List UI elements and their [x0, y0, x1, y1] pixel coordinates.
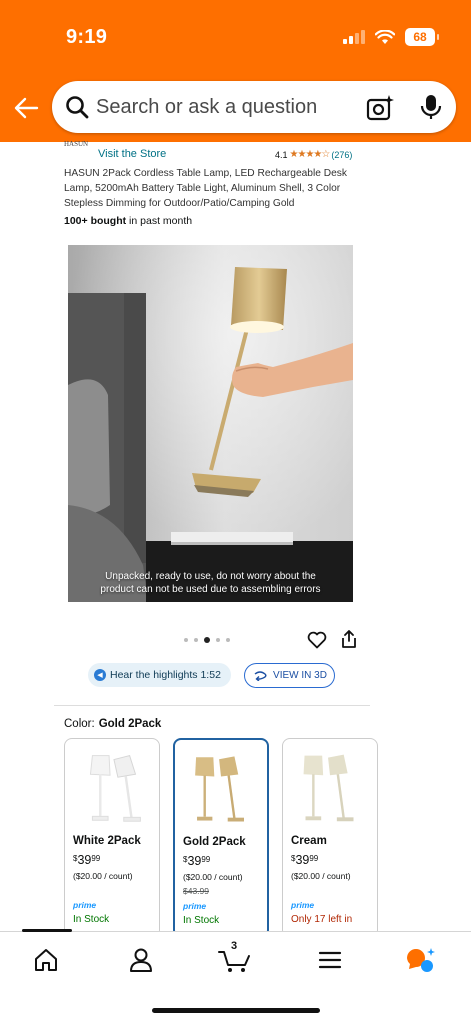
swatch-price-dollars: 39 [295, 853, 310, 867]
prime-badge: prime [183, 901, 207, 911]
search-icon [66, 96, 89, 119]
battery-indicator: 68 [405, 28, 439, 46]
bought-count-strong: 100+ bought [64, 215, 127, 227]
view-in-3d-button[interactable]: VIEW IN 3D [244, 663, 335, 688]
camera-search-icon[interactable] [366, 94, 394, 122]
rotate-3d-icon [254, 670, 267, 681]
home-indicator [152, 1008, 320, 1013]
product-image[interactable]: Unpacked, ready to use, do not worry abo… [68, 245, 353, 602]
swatch-name: Cream [291, 835, 327, 847]
swatch-price-cents: 99 [201, 855, 211, 864]
selected-color-value: Gold 2Pack [98, 718, 162, 730]
product-title: HASUN 2Pack Cordless Table Lamp, LED Rec… [64, 168, 347, 209]
carousel-dot-active[interactable] [204, 637, 210, 643]
audio-icon: ◀ [94, 669, 106, 681]
active-tab-indicator [22, 929, 72, 932]
swatch-image [195, 756, 244, 822]
swatch-price-cents: 99 [309, 854, 319, 863]
swatch-name: Gold 2Pack [183, 836, 246, 848]
swatch-gold-2pack[interactable]: Gold 2Pack $3999 ($20.00 / count) $43.99… [173, 738, 269, 938]
swatch-image [303, 754, 354, 822]
cart-count-badge: 3 [231, 940, 238, 952]
swatch-unit-price: ($20.00 / count) [291, 871, 351, 881]
swatch-white-2pack[interactable]: White 2Pack $3999 ($20.00 / count) prime… [64, 738, 160, 938]
rating-stars: ★★★★☆ [289, 149, 331, 160]
menu-icon[interactable] [316, 946, 344, 974]
swatch-cream[interactable]: Cream $3999 ($20.00 / count) prime Only … [282, 738, 378, 938]
swatch-name: White 2Pack [73, 835, 141, 847]
prime-badge: prime [291, 900, 315, 910]
rating-summary[interactable]: 4.1 ★★★★☆ (276) [275, 149, 352, 160]
hear-highlights-label: Hear the highlights 1:52 [110, 669, 221, 681]
stock-status: In Stock [183, 915, 220, 926]
bought-count-rest: in past month [126, 215, 193, 227]
app-header: 9:19 68 [0, 0, 471, 142]
cellular-signal-icon [343, 30, 365, 44]
search-input[interactable] [96, 93, 326, 121]
stock-status: In Stock [73, 914, 110, 925]
status-icons: 68 [343, 28, 439, 46]
swatch-list-price: $43.99 [183, 886, 209, 896]
prime-badge: prime [73, 900, 97, 910]
swatch-price: $3999 [291, 853, 318, 867]
home-icon[interactable] [32, 946, 60, 974]
image-caption: Unpacked, ready to use, do not worry abo… [68, 570, 353, 596]
status-time: 9:19 [66, 26, 108, 48]
swatch-price-dollars: 39 [77, 853, 92, 867]
swatch-price-symbol: $ [73, 854, 78, 863]
carousel-dot[interactable] [226, 638, 230, 642]
heart-icon[interactable] [307, 631, 327, 649]
store-logo[interactable]: HASUN [64, 140, 92, 160]
color-selector-label: Color: Gold 2Pack [64, 718, 161, 730]
swatch-price: $3999 [73, 853, 100, 867]
carousel-dot[interactable] [184, 638, 188, 642]
share-icon[interactable] [340, 629, 358, 649]
image-caption-line2: product can not be used due to assemblin… [100, 584, 321, 595]
back-arrow-icon[interactable] [12, 94, 40, 122]
swatch-price-symbol: $ [291, 854, 296, 863]
product-photo [68, 245, 353, 602]
swatch-price-dollars: 39 [187, 854, 202, 868]
swatch-image [89, 755, 141, 822]
image-caption-line1: Unpacked, ready to use, do not worry abo… [105, 571, 316, 582]
search-bar[interactable] [52, 81, 456, 133]
section-divider [54, 705, 370, 706]
rating-count[interactable]: (276) [331, 150, 352, 160]
bought-count: 100+ bought in past month [64, 215, 192, 227]
account-icon[interactable] [127, 946, 155, 974]
view-in-3d-label: VIEW IN 3D [273, 670, 327, 681]
stock-status: Only 17 left in [291, 914, 353, 925]
color-label-text: Color: [64, 718, 95, 730]
carousel-dot[interactable] [194, 638, 198, 642]
swatch-unit-price: ($20.00 / count) [73, 871, 133, 881]
visit-store-link[interactable]: Visit the Store [98, 148, 166, 160]
wifi-icon [375, 29, 395, 44]
carousel-dot[interactable] [216, 638, 220, 642]
hear-highlights-button[interactable]: ◀ Hear the highlights 1:52 [88, 663, 231, 687]
swatch-price-cents: 99 [91, 854, 101, 863]
swatch-price-symbol: $ [183, 855, 188, 864]
swatch-price: $3999 [183, 854, 210, 868]
carousel-dots[interactable] [184, 637, 230, 643]
swatch-unit-price: ($20.00 / count) [183, 872, 243, 882]
rufus-ai-icon[interactable] [405, 946, 437, 974]
rating-value: 4.1 [275, 149, 288, 160]
microphone-icon[interactable] [418, 93, 444, 121]
